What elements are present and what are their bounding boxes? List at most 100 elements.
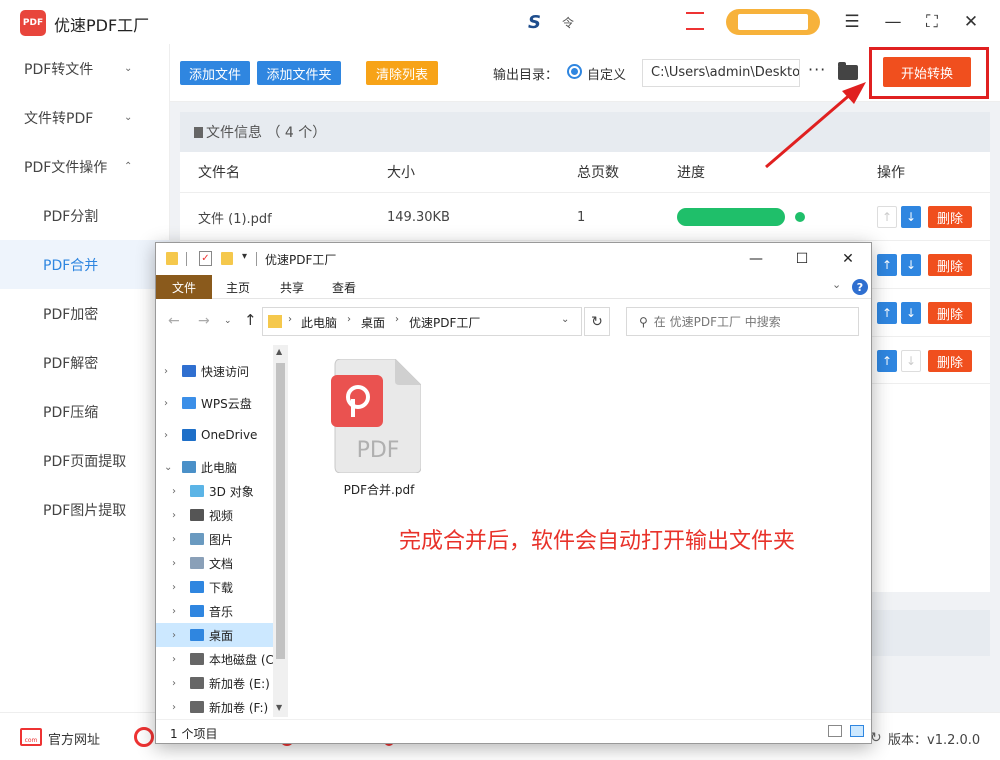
- delete-button[interactable]: 删除: [928, 254, 972, 276]
- sidebar-item-pdf-to-file[interactable]: PDF转文件 ⌄: [0, 44, 170, 93]
- quick-access-dropdown-icon[interactable]: ▾: [242, 251, 247, 262]
- sidebar-item-pdf-split[interactable]: PDF分割: [0, 191, 170, 240]
- tab-file[interactable]: 文件: [156, 275, 212, 299]
- tree-item-onedrive[interactable]: › OneDrive: [156, 423, 288, 447]
- help-icon[interactable]: ?: [852, 279, 868, 295]
- tree-item-wps[interactable]: › WPS云盘: [156, 391, 288, 415]
- back-icon[interactable]: ←: [168, 313, 180, 329]
- tree-item-volume-e[interactable]: › 新加卷 (E:): [156, 671, 288, 695]
- tree-item-volume-f[interactable]: › 新加卷 (F:): [156, 695, 288, 718]
- expand-icon[interactable]: ›: [172, 630, 176, 641]
- large-icons-view-icon[interactable]: [850, 725, 864, 737]
- file-list-area[interactable]: PDF PDF合并.pdf 完成合并后，软件会自动打开输出文件夹: [289, 343, 871, 718]
- expand-icon[interactable]: ›: [172, 510, 176, 521]
- explorer-window[interactable]: ✓ ▾ 优速PDF工厂 — ☐ ✕ 文件 主页 共享 查看 ⌄ ? ← → ⌄ …: [155, 242, 872, 744]
- forward-icon[interactable]: →: [198, 313, 210, 329]
- move-up-button[interactable]: ↑: [877, 254, 897, 276]
- website-icon[interactable]: com: [20, 728, 42, 746]
- tab-home[interactable]: 主页: [216, 275, 260, 299]
- delete-button[interactable]: 删除: [928, 206, 972, 228]
- tab-view[interactable]: 查看: [322, 275, 366, 299]
- scroll-down-icon[interactable]: ▼: [276, 703, 282, 712]
- sidebar-item-pdf-merge[interactable]: PDF合并: [0, 240, 170, 289]
- tree-item-videos[interactable]: › 视频: [156, 503, 288, 527]
- delete-button[interactable]: 删除: [928, 302, 972, 324]
- custom-radio[interactable]: [567, 64, 582, 79]
- expand-icon[interactable]: ›: [172, 606, 176, 617]
- add-file-button[interactable]: 添加文件: [180, 61, 250, 85]
- sidebar-item-file-to-pdf[interactable]: 文件转PDF ⌄: [0, 93, 170, 142]
- move-down-button[interactable]: ↓: [901, 206, 921, 228]
- add-folder-button[interactable]: 添加文件夹: [257, 61, 341, 85]
- search-input[interactable]: ⚲ 在 优速PDF工厂 中搜索: [626, 307, 859, 336]
- expand-icon[interactable]: ›: [164, 398, 168, 409]
- address-bar[interactable]: › 此电脑 › 桌面 › 优速PDF工厂 ⌄: [262, 307, 582, 336]
- tree-item-quick-access[interactable]: › 快速访问: [156, 359, 288, 383]
- scroll-thumb[interactable]: [276, 363, 285, 659]
- sidebar-item-pdf-decrypt[interactable]: PDF解密: [0, 338, 170, 387]
- delete-button[interactable]: 删除: [928, 350, 972, 372]
- breadcrumb-separator[interactable]: ›: [347, 314, 351, 325]
- expand-icon[interactable]: ›: [172, 582, 176, 593]
- expand-icon[interactable]: ›: [164, 430, 168, 441]
- close-icon[interactable]: ✕: [959, 10, 983, 34]
- qq-icon[interactable]: [134, 727, 154, 747]
- tree-item-this-pc[interactable]: ⌄ 此电脑: [156, 455, 288, 479]
- center-extra-icon[interactable]: 令: [562, 14, 574, 31]
- maximize-icon[interactable]: ⛶: [920, 10, 944, 34]
- sidebar-item-pdf-encrypt[interactable]: PDF加密: [0, 289, 170, 338]
- clear-list-button[interactable]: 清除列表: [366, 61, 438, 85]
- tree-item-desktop[interactable]: › 桌面: [156, 623, 288, 647]
- breadcrumb-separator[interactable]: ›: [395, 314, 399, 325]
- sidebar-item-pdf-compress[interactable]: PDF压缩: [0, 387, 170, 436]
- breadcrumb-this-pc[interactable]: 此电脑: [301, 314, 337, 331]
- breadcrumb-desktop[interactable]: 桌面: [361, 314, 385, 331]
- file-name-label[interactable]: PDF合并.pdf: [319, 481, 439, 498]
- open-folder-icon[interactable]: [838, 62, 858, 80]
- tree-item-downloads[interactable]: › 下载: [156, 575, 288, 599]
- center-logo-icon[interactable]: S: [528, 12, 541, 33]
- recent-dropdown-icon[interactable]: ⌄: [224, 316, 232, 326]
- start-convert-button[interactable]: 开始转换: [883, 57, 971, 87]
- tab-share[interactable]: 共享: [270, 275, 314, 299]
- explorer-close-icon[interactable]: ✕: [834, 247, 862, 271]
- output-path-input[interactable]: C:\Users\admin\Deskto: [642, 59, 800, 87]
- properties-icon[interactable]: ✓: [199, 251, 212, 266]
- tree-item-music[interactable]: › 音乐: [156, 599, 288, 623]
- sidebar-item-pdf-image-extract[interactable]: PDF图片提取: [0, 485, 170, 534]
- collapse-icon[interactable]: ⌄: [164, 462, 172, 473]
- expand-icon[interactable]: ›: [164, 366, 168, 377]
- up-icon[interactable]: ↑: [244, 311, 257, 329]
- breadcrumb-separator[interactable]: ›: [288, 314, 292, 325]
- scroll-up-icon[interactable]: ▲: [276, 347, 282, 356]
- breadcrumb-folder[interactable]: 优速PDF工厂: [409, 314, 480, 331]
- sidebar-item-pdf-page-extract[interactable]: PDF页面提取: [0, 436, 170, 485]
- address-dropdown-icon[interactable]: ⌄: [561, 314, 569, 325]
- move-down-button[interactable]: ↓: [901, 350, 921, 372]
- pdf-file-icon[interactable]: PDF: [331, 359, 421, 473]
- expand-icon[interactable]: ›: [172, 678, 176, 689]
- more-options-button[interactable]: ···: [808, 60, 826, 79]
- explorer-title-bar[interactable]: ✓ ▾ 优速PDF工厂 — ☐ ✕: [156, 243, 871, 275]
- explorer-minimize-icon[interactable]: —: [742, 247, 770, 271]
- custom-radio-label[interactable]: 自定义: [587, 64, 626, 83]
- tree-item-pictures[interactable]: › 图片: [156, 527, 288, 551]
- sidebar-item-pdf-ops[interactable]: PDF文件操作 ⌃: [0, 142, 170, 191]
- tree-scrollbar[interactable]: ▲ ▼: [273, 345, 288, 717]
- move-up-button[interactable]: ↑: [877, 206, 897, 228]
- ribbon-expand-icon[interactable]: ⌄: [832, 278, 841, 291]
- refresh-icon[interactable]: ↻: [584, 307, 610, 336]
- vip-button[interactable]: [726, 9, 820, 35]
- minimize-icon[interactable]: —: [881, 10, 905, 34]
- expand-icon[interactable]: ›: [172, 654, 176, 665]
- details-view-icon[interactable]: [828, 725, 842, 737]
- expand-icon[interactable]: ›: [172, 558, 176, 569]
- move-up-button[interactable]: ↑: [877, 350, 897, 372]
- new-folder-icon[interactable]: [221, 252, 233, 265]
- table-row[interactable]: 文件 (1).pdf 149.30KB 1 ↑ ↓ 删除: [180, 192, 990, 240]
- tree-item-documents[interactable]: › 文档: [156, 551, 288, 575]
- red-badge-icon[interactable]: [686, 12, 704, 30]
- move-up-button[interactable]: ↑: [877, 302, 897, 324]
- expand-icon[interactable]: ›: [172, 486, 176, 497]
- move-down-button[interactable]: ↓: [901, 254, 921, 276]
